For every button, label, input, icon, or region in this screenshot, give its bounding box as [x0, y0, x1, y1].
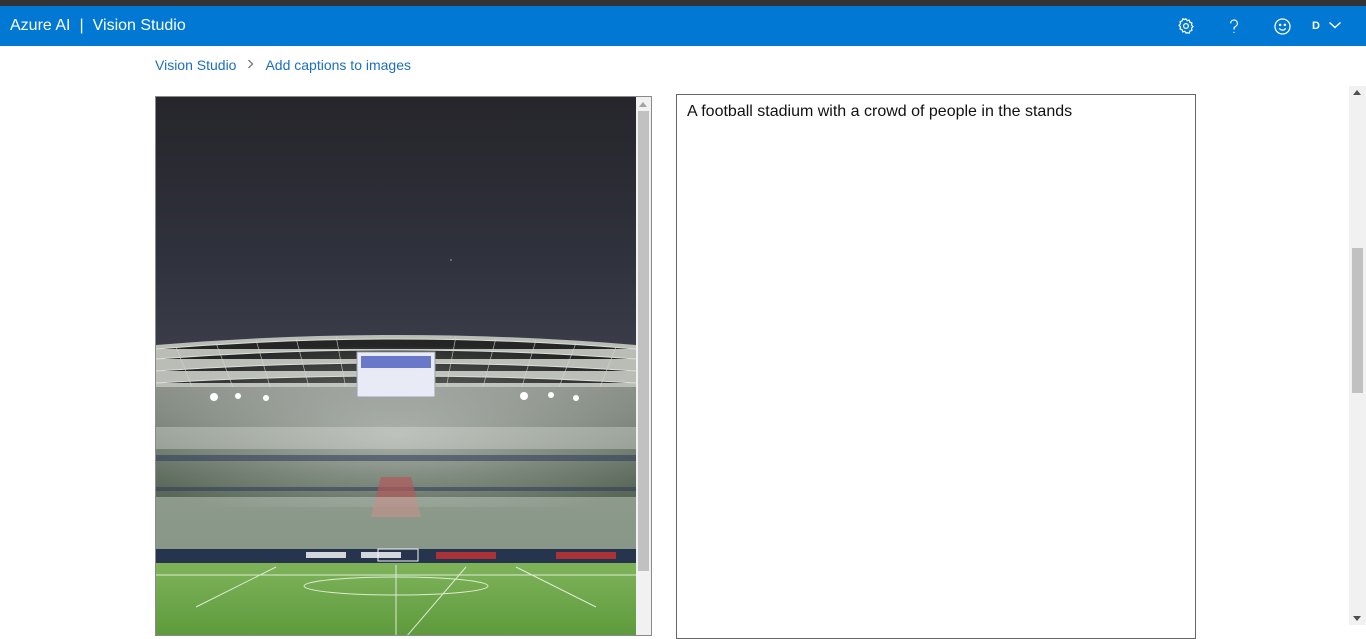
page-scrollbar-thumb[interactable] — [1352, 248, 1363, 393]
stadium-photo — [156, 97, 636, 635]
brand-name: Azure AI — [10, 17, 71, 34]
caption-result-panel: A football stadium with a crowd of peopl… — [676, 94, 1196, 639]
caption-text: A football stadium with a crowd of peopl… — [687, 103, 1073, 120]
breadcrumb-vision-studio[interactable]: Vision Studio — [155, 57, 236, 73]
chevron-right-icon — [247, 58, 254, 72]
scroll-up-arrow-icon[interactable] — [1353, 90, 1361, 95]
settings-gear-icon[interactable] — [1174, 14, 1198, 38]
account-menu[interactable]: D — [1312, 6, 1342, 46]
app-title[interactable]: Azure AI | Vision Studio — [10, 6, 186, 46]
scroll-up-arrow-icon[interactable] — [639, 102, 647, 107]
feedback-smiley-icon[interactable] — [1270, 14, 1294, 38]
help-question-icon[interactable] — [1222, 14, 1246, 38]
page-scrollbar[interactable] — [1349, 86, 1366, 625]
image-scrollbar[interactable] — [636, 97, 651, 635]
scroll-down-arrow-icon[interactable] — [1353, 616, 1361, 621]
breadcrumb: Vision Studio Add captions to images — [155, 56, 411, 74]
product-name: Vision Studio — [92, 17, 186, 34]
chevron-down-icon — [1328, 17, 1342, 35]
image-scrollbar-thumb[interactable] — [638, 111, 649, 571]
breadcrumb-add-captions[interactable]: Add captions to images — [265, 57, 411, 73]
brand-separator: | — [79, 17, 84, 34]
account-initial: D — [1312, 20, 1320, 32]
image-preview-panel — [155, 96, 652, 636]
app-header: Azure AI | Vision Studio D — [0, 6, 1366, 46]
